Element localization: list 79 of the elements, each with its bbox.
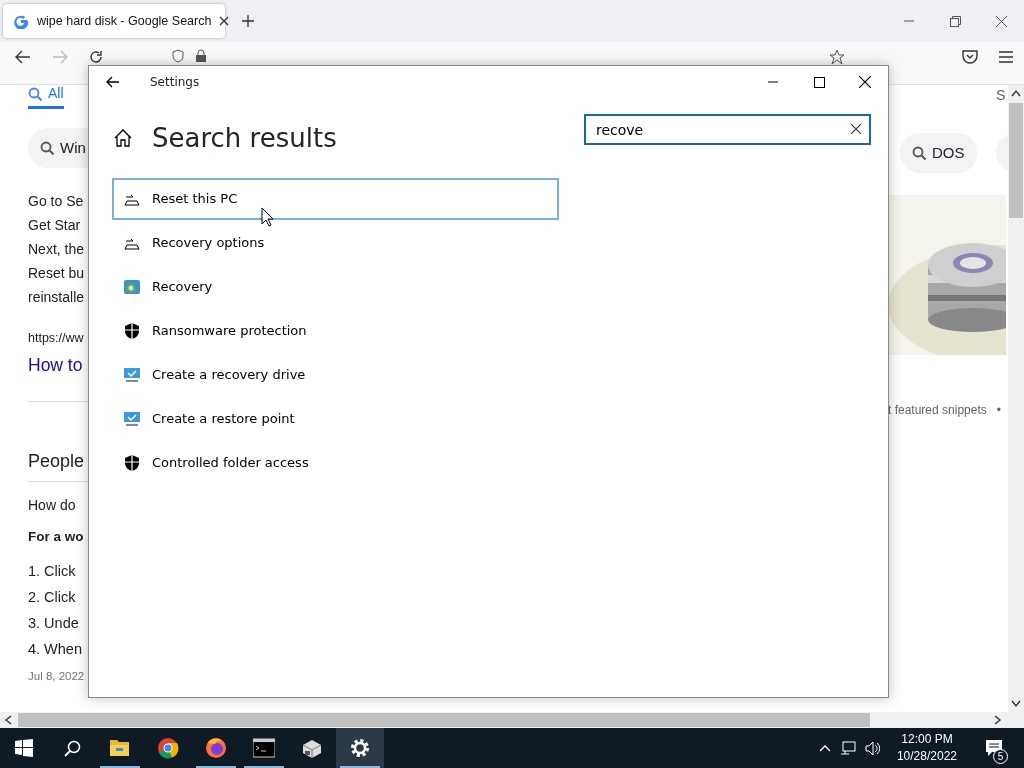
filter-chip[interactable]: DOS xyxy=(900,133,977,173)
search-result[interactable]: Recovery options xyxy=(112,222,559,264)
firefox-icon xyxy=(205,737,227,759)
home-icon[interactable] xyxy=(114,129,132,147)
scroll-down-icon[interactable] xyxy=(1011,700,1021,708)
search-result[interactable]: Reset this PC xyxy=(112,178,559,220)
step-text: 2. Click xyxy=(28,588,77,607)
clear-icon[interactable] xyxy=(851,124,861,134)
search-icon xyxy=(28,86,42,101)
scroll-thumb[interactable] xyxy=(1009,103,1023,218)
folder-icon xyxy=(109,737,131,759)
volume-icon[interactable] xyxy=(864,740,880,756)
search-icon xyxy=(63,739,81,757)
chrome-icon xyxy=(157,737,179,759)
answer-title: For a wo xyxy=(28,528,85,546)
separator-dot: • xyxy=(996,402,1001,419)
lock-icon xyxy=(195,49,207,63)
gear-icon xyxy=(349,737,371,759)
snippet-text: Go to Se xyxy=(28,192,85,211)
search-result[interactable]: Create a restore point xyxy=(112,398,559,440)
tab-label[interactable]: S xyxy=(996,85,1006,106)
mouse-cursor-icon xyxy=(261,207,274,227)
shield-icon xyxy=(171,49,185,63)
shield-icon xyxy=(124,455,140,471)
search-result[interactable]: Ransomware protection xyxy=(112,310,559,352)
close-icon[interactable] xyxy=(219,16,230,26)
source-url[interactable]: https://ww xyxy=(28,328,88,348)
terminal-icon xyxy=(253,737,275,759)
notification-button[interactable]: 5 xyxy=(974,728,1014,768)
maximize-icon xyxy=(813,76,825,88)
horizontal-scrollbar[interactable] xyxy=(0,712,1024,728)
date-text: Jul 8, 2022 xyxy=(28,669,86,684)
forward-icon xyxy=(52,50,68,64)
search-result[interactable]: Create a recovery drive xyxy=(112,354,559,396)
bookmark-star-icon[interactable] xyxy=(829,49,845,65)
scroll-thumb[interactable] xyxy=(18,713,870,727)
snippet-text: Reset bu xyxy=(28,264,86,283)
package-icon xyxy=(301,737,323,759)
restore-icon xyxy=(949,15,961,27)
section-heading: People xyxy=(28,450,86,473)
tab-title: wipe hard disk - Google Search xyxy=(37,12,212,30)
question-text[interactable]: How do xyxy=(28,494,88,516)
notification-count: 5 xyxy=(993,749,1008,764)
snippet-text: Get Star xyxy=(28,216,82,235)
monitor-check-icon xyxy=(124,411,140,427)
new-tab-button[interactable] xyxy=(241,14,255,28)
search-icon xyxy=(40,141,54,155)
step-text: 3. Unde xyxy=(28,614,80,633)
reload-icon xyxy=(88,49,104,65)
google-icon xyxy=(13,13,29,29)
snippet-text: reinstalle xyxy=(28,288,86,307)
search-result[interactable]: Controlled folder access xyxy=(112,442,559,484)
taskbar-app[interactable] xyxy=(336,728,384,768)
monitor-check-icon xyxy=(124,367,140,383)
scroll-left-icon[interactable] xyxy=(4,715,12,725)
search-result[interactable]: Recovery xyxy=(112,266,559,308)
search-icon xyxy=(912,146,926,160)
step-text: 1. Click xyxy=(28,562,77,581)
close-icon xyxy=(859,76,871,88)
shield-icon xyxy=(124,323,140,339)
windows-icon xyxy=(15,739,33,757)
close-icon xyxy=(995,15,1007,27)
page-heading: Search results xyxy=(152,121,337,155)
result-link[interactable]: How to xyxy=(28,352,88,378)
scroll-up-icon[interactable] xyxy=(1011,89,1021,97)
window-title: Settings xyxy=(150,74,200,91)
back-icon xyxy=(15,50,31,64)
search-field[interactable]: recove xyxy=(584,114,871,145)
network-icon[interactable] xyxy=(839,740,856,756)
new-tab-icon xyxy=(241,14,255,28)
chevron-up-icon[interactable] xyxy=(818,744,831,752)
step-text: 4. When xyxy=(28,640,83,659)
vertical-scrollbar[interactable] xyxy=(1008,85,1024,712)
clock[interactable]: 12:00 PM 10/28/2022 xyxy=(888,731,965,765)
back-icon xyxy=(106,76,120,88)
all-tab[interactable]: All xyxy=(28,81,64,109)
scroll-right-icon[interactable] xyxy=(994,715,1002,725)
snippet-text: Next, the xyxy=(28,240,86,259)
filter-chip[interactable]: Win xyxy=(28,128,88,168)
